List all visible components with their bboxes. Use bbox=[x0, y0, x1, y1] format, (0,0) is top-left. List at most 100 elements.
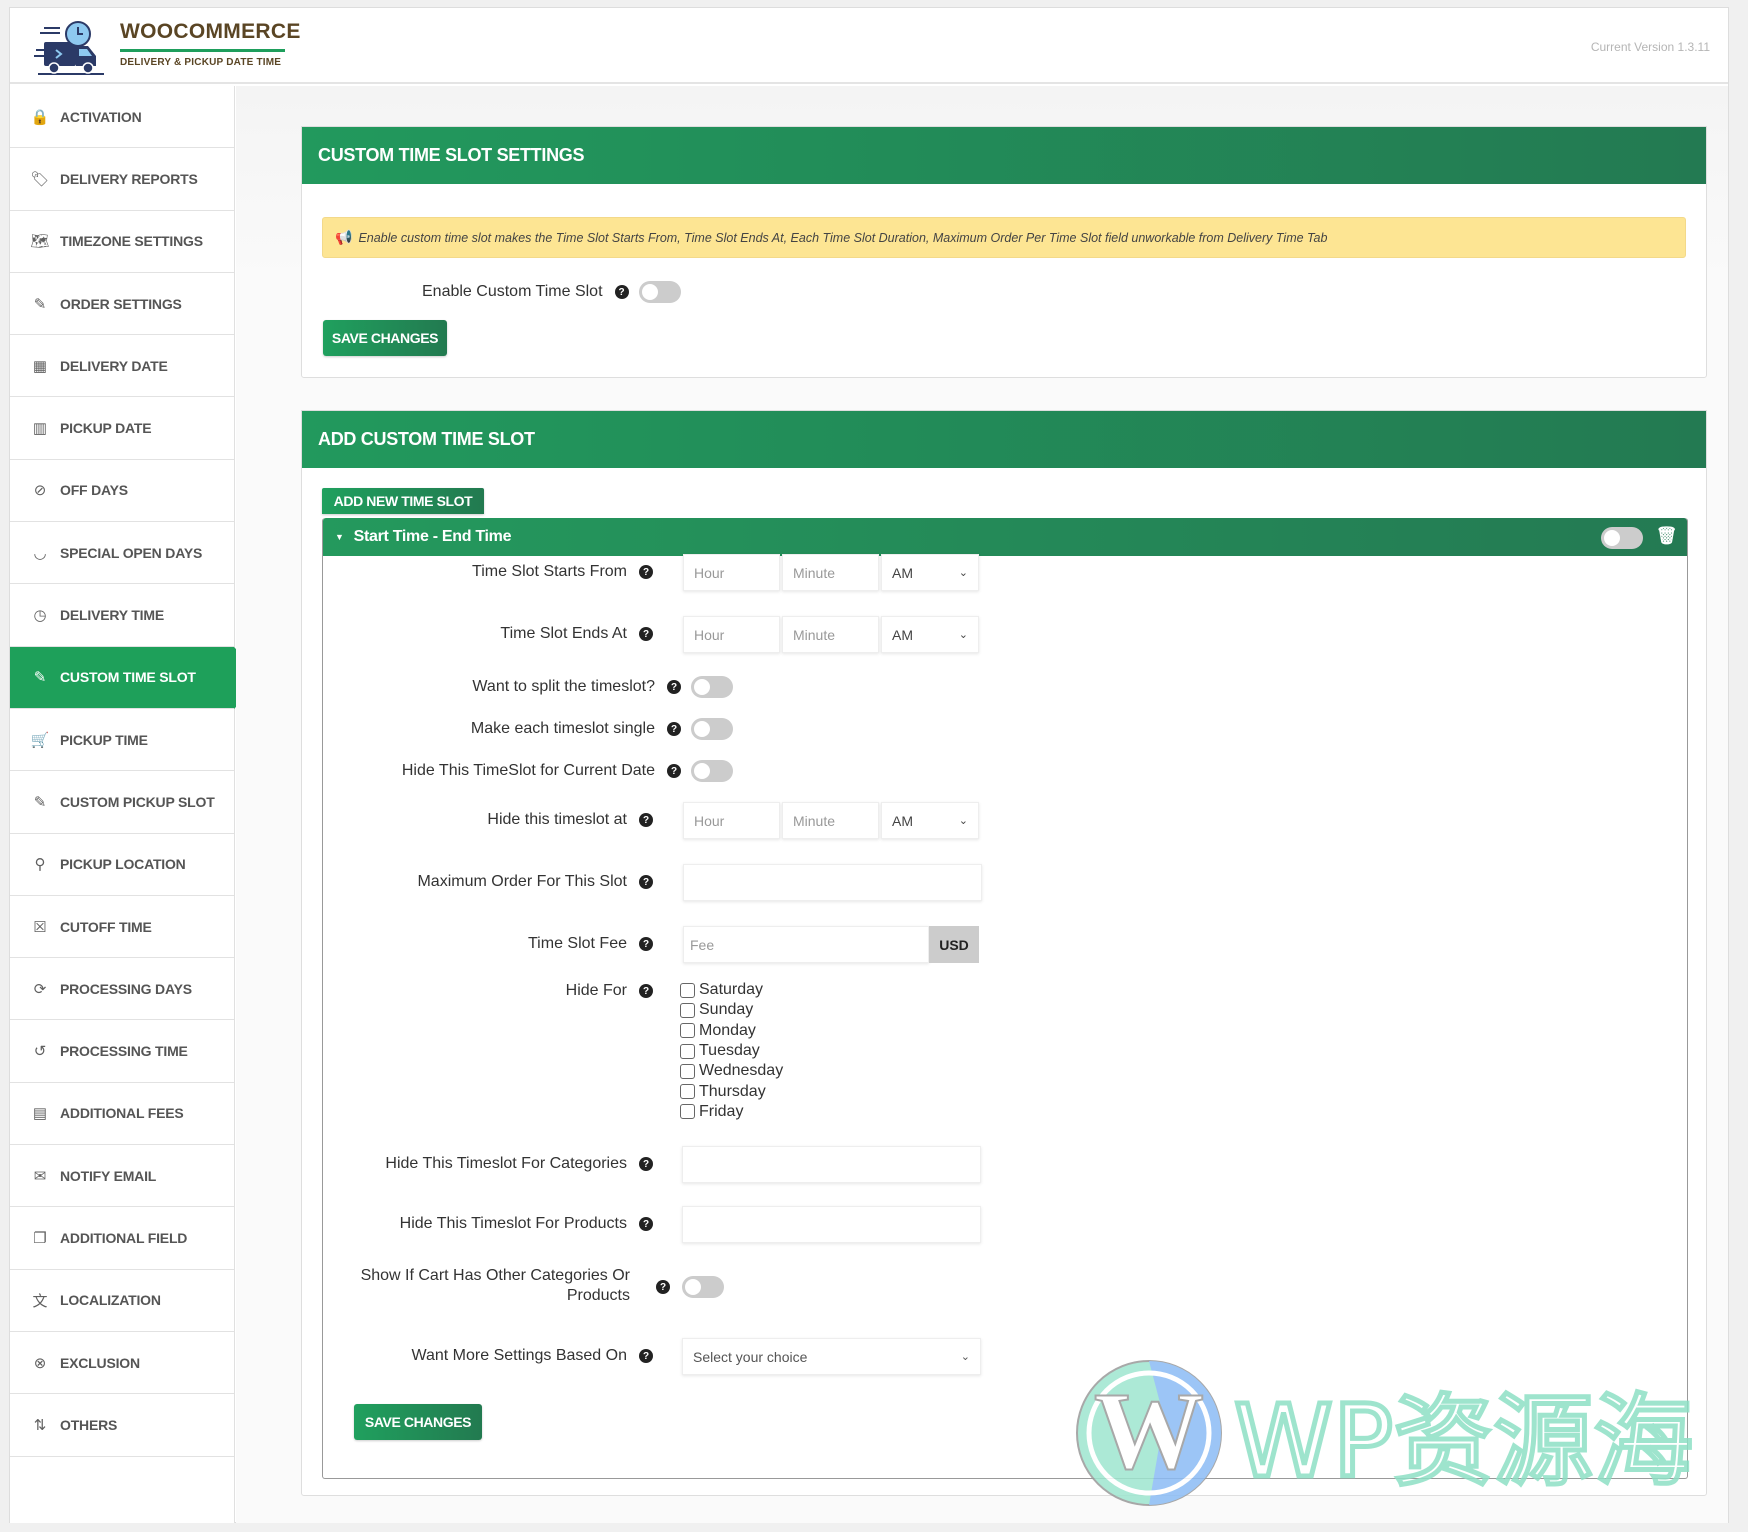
help-icon[interactable]: ? bbox=[639, 1217, 653, 1231]
sidebar-item-label: PROCESSING TIME bbox=[60, 1043, 188, 1060]
sidebar-item-label: PICKUP TIME bbox=[60, 731, 148, 748]
time-slot-enable-toggle[interactable] bbox=[1601, 527, 1643, 549]
sidebar-item-notify-email[interactable]: ✉ NOTIFY EMAIL bbox=[10, 1145, 234, 1208]
hide-minute-input[interactable]: Minute bbox=[782, 802, 879, 839]
checkbox[interactable] bbox=[680, 1084, 695, 1100]
sidebar-item-delivery-date[interactable]: ▦ DELIVERY DATE bbox=[10, 335, 234, 398]
help-icon[interactable]: ? bbox=[639, 937, 653, 951]
sidebar-item-pickup-location[interactable]: ⚲ PICKUP LOCATION bbox=[10, 834, 234, 896]
sidebar-item-label: DELIVERY REPORTS bbox=[60, 170, 198, 187]
hide-products-label: Hide This Timeslot For Products bbox=[399, 1215, 627, 1232]
help-icon[interactable]: ? bbox=[667, 764, 681, 778]
sidebar-item-others[interactable]: ⇅ OTHERS bbox=[10, 1394, 234, 1457]
checkbox[interactable] bbox=[680, 1023, 695, 1039]
checkbox[interactable] bbox=[680, 1043, 695, 1059]
plugin-settings-page: WOOCOMMERCE DELIVERY & PICKUP DATE TIME … bbox=[9, 7, 1729, 1523]
help-icon[interactable]: ? bbox=[667, 680, 681, 694]
selected-value: AM bbox=[892, 564, 913, 581]
single-timeslot-toggle[interactable] bbox=[691, 718, 733, 740]
end-hour-input[interactable]: Hour bbox=[683, 616, 780, 653]
sidebar-item-localization[interactable]: 文 LOCALIZATION bbox=[10, 1270, 234, 1332]
start-minute-input[interactable]: Minute bbox=[782, 554, 879, 591]
split-timeslot-toggle[interactable] bbox=[691, 676, 733, 698]
clock-icon: ◷ bbox=[33, 607, 47, 625]
help-icon[interactable]: ? bbox=[639, 565, 653, 579]
sidebar-item-additional-fees[interactable]: ▤ ADDITIONAL FEES bbox=[10, 1083, 234, 1146]
start-hour-input[interactable]: Hour bbox=[683, 554, 780, 591]
more-settings-select[interactable]: Select your choice ⌄ bbox=[682, 1338, 981, 1375]
day-option-sunday[interactable]: Sunday bbox=[680, 1000, 783, 1020]
show-other-categories-label: Show If Cart Has Other Categories Or Pro… bbox=[323, 1266, 630, 1306]
enable-custom-time-slot-toggle[interactable] bbox=[638, 281, 681, 303]
sidebar-item-pickup-date[interactable]: ▥ PICKUP DATE bbox=[10, 397, 234, 460]
day-option-tuesday[interactable]: Tuesday bbox=[680, 1041, 783, 1061]
caret-down-icon[interactable]: ▼ bbox=[335, 532, 344, 542]
time-slot-title: Start Time - End Time bbox=[353, 528, 512, 545]
end-ampm-select[interactable]: AM ⌄ bbox=[881, 616, 979, 653]
help-icon[interactable]: ? bbox=[639, 984, 653, 998]
single-timeslot-label: Make each timeslot single bbox=[470, 720, 655, 737]
hide-at-row: Hide this timeslot at ? Hour Minute AM ⌄ bbox=[323, 800, 1689, 840]
max-order-input[interactable] bbox=[683, 864, 982, 901]
brand-subtitle: DELIVERY & PICKUP DATE TIME bbox=[120, 57, 282, 68]
hide-categories-label: Hide This Timeslot For Categories bbox=[385, 1155, 627, 1172]
save-changes-button[interactable]: SAVE CHANGES bbox=[354, 1404, 482, 1440]
envelope-icon: ✉ bbox=[33, 1167, 47, 1185]
sidebar-item-timezone-settings[interactable]: 🗺 TIMEZONE SETTINGS bbox=[10, 211, 234, 273]
hide-categories-input[interactable] bbox=[682, 1146, 981, 1183]
sidebar-item-additional-field[interactable]: ❐ ADDITIONAL FIELD bbox=[10, 1207, 234, 1270]
sidebar-item-order-settings[interactable]: ✎ ORDER SETTINGS bbox=[10, 273, 234, 336]
help-icon[interactable]: ? bbox=[614, 285, 629, 299]
sidebar-item-processing-time[interactable]: ↺ PROCESSING TIME bbox=[10, 1020, 234, 1083]
trash-icon[interactable]: 🗑 bbox=[1656, 526, 1678, 546]
hide-ampm-select[interactable]: AM ⌄ bbox=[881, 802, 979, 839]
ends-at-row: Time Slot Ends At ? Hour Minute AM ⌄ bbox=[323, 614, 1689, 654]
sidebar-item-label: PICKUP DATE bbox=[60, 420, 152, 437]
help-icon[interactable]: ? bbox=[639, 875, 653, 889]
hide-hour-input[interactable]: Hour bbox=[683, 802, 780, 839]
checkbox[interactable] bbox=[680, 1063, 695, 1079]
help-icon[interactable]: ? bbox=[639, 1157, 653, 1171]
split-timeslot-row: Want to split the timeslot? ? bbox=[323, 674, 733, 700]
sidebar-item-label: ADDITIONAL FIELD bbox=[60, 1229, 188, 1246]
day-option-monday[interactable]: Monday bbox=[680, 1021, 783, 1041]
sidebar-item-off-days[interactable]: ⊘ OFF DAYS bbox=[10, 460, 234, 523]
sidebar-item-special-open-days[interactable]: ◡ SPECIAL OPEN DAYS bbox=[10, 522, 234, 585]
day-option-wednesday[interactable]: Wednesday bbox=[680, 1061, 783, 1081]
checkbox[interactable] bbox=[680, 1104, 695, 1120]
day-option-thursday[interactable]: Thursday bbox=[680, 1081, 783, 1101]
wordpress-w: W bbox=[1094, 1370, 1204, 1492]
help-icon[interactable]: ? bbox=[667, 722, 681, 736]
checkbox[interactable] bbox=[680, 982, 695, 998]
start-ampm-select[interactable]: AM ⌄ bbox=[881, 554, 979, 591]
language-icon: 文 bbox=[32, 1292, 48, 1310]
sidebar-item-cutoff-time[interactable]: ☒ CUTOFF TIME bbox=[10, 896, 234, 959]
sidebar-item-delivery-reports[interactable]: 🏷 DELIVERY REPORTS bbox=[10, 148, 234, 211]
help-icon[interactable]: ? bbox=[639, 627, 653, 641]
help-icon[interactable]: ? bbox=[639, 1349, 653, 1363]
help-icon[interactable]: ? bbox=[656, 1280, 670, 1294]
hide-current-date-toggle[interactable] bbox=[691, 760, 733, 782]
help-icon[interactable]: ? bbox=[639, 813, 653, 827]
checkbox[interactable] bbox=[680, 1002, 695, 1018]
save-changes-button[interactable]: SAVE CHANGES bbox=[323, 320, 447, 356]
calendar-icon: ▦ bbox=[32, 357, 48, 375]
add-new-time-slot-button[interactable]: ADD NEW TIME SLOT bbox=[322, 488, 484, 514]
day-option-saturday[interactable]: Saturday bbox=[680, 980, 783, 1000]
sidebar-item-exclusion[interactable]: ⊗ EXCLUSION bbox=[10, 1332, 234, 1395]
sidebar-item-pickup-time[interactable]: 🛒 PICKUP TIME bbox=[10, 709, 234, 772]
sidebar-item-delivery-time[interactable]: ◷ DELIVERY TIME bbox=[10, 584, 234, 647]
sidebar-item-processing-days[interactable]: ⟳ PROCESSING DAYS bbox=[10, 958, 234, 1021]
edit-icon: ✎ bbox=[33, 793, 47, 811]
hide-products-input[interactable] bbox=[682, 1206, 981, 1243]
sidebar-item-custom-pickup-slot[interactable]: ✎ CUSTOM PICKUP SLOT bbox=[10, 771, 234, 834]
time-slot-header[interactable]: ▼ Start Time - End Time 🗑 bbox=[323, 518, 1687, 556]
sidebar-item-activation[interactable]: 🔒 ACTIVATION bbox=[10, 86, 234, 149]
sidebar-item-custom-time-slot[interactable]: ✎ CUSTOM TIME SLOT bbox=[10, 646, 264, 709]
sidebar-item-label: ACTIVATION bbox=[60, 108, 142, 125]
fee-input[interactable]: Fee bbox=[683, 926, 929, 963]
label-line-2: Products bbox=[566, 1287, 630, 1304]
end-minute-input[interactable]: Minute bbox=[782, 616, 879, 653]
day-option-friday[interactable]: Friday bbox=[680, 1102, 783, 1122]
show-other-categories-toggle[interactable] bbox=[682, 1276, 724, 1298]
